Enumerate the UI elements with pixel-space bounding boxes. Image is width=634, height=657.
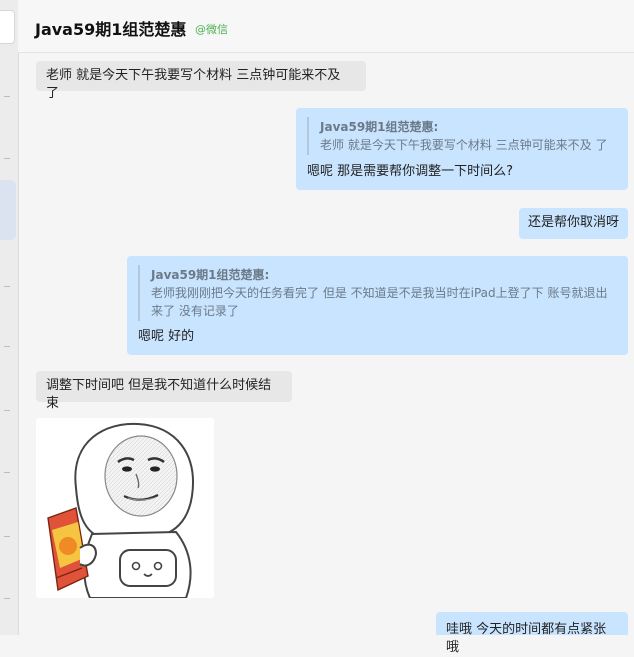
message-bubble-outgoing[interactable]: 哇哦 今天的时间都有点紧张哦 [436,612,628,655]
message-bubble-outgoing[interactable]: 还是帮你取消呀 [519,208,628,239]
message-bubble-incoming[interactable]: 老师 就是今天下午我要写个材料 三点钟可能来不及 了 [36,61,366,101]
astronaut-meme-sticker[interactable] [36,418,214,599]
message-text: 嗯呢 那是需要帮你调整一下时间么? [307,164,514,179]
message-text: 嗯呢 好的 [138,329,195,344]
message-bubble-outgoing[interactable]: Java59期1组范楚惠: 老师 就是今天下午我要写个材料 三点钟可能来不及 了… [296,108,628,190]
selected-conversation-indicator[interactable] [0,180,16,240]
quoted-message[interactable]: Java59期1组范楚惠: 老师我刚刚把今天的任务看完了 但是 不知道是不是我当… [138,265,618,321]
quoted-text: 老师我刚刚把今天的任务看完了 但是 不知道是不是我当时在iPad上登了下 账号就… [151,286,608,318]
quoted-sender: Java59期1组范楚惠: [151,268,270,282]
source-tag: @微信 [195,23,228,36]
message-bubble-incoming[interactable]: 调整下时间吧 但是我不知道什么时候结束 [36,371,292,411]
chat-title[interactable]: Java59期1组范楚惠 [35,16,186,40]
divider [4,410,10,411]
message-text: 还是帮你取消呀 [528,215,620,230]
message-text: 哇哦 今天的时间都有点紧张哦 [446,622,607,655]
chat-header: Java59期1组范楚惠 @微信 [18,0,634,53]
quoted-message[interactable]: Java59期1组范楚惠: 老师 就是今天下午我要写个材料 三点钟可能来不及 了 [307,117,618,155]
message-text: 老师 就是今天下午我要写个材料 三点钟可能来不及 了 [46,68,341,101]
message-text: 调整下时间吧 但是我不知道什么时候结束 [46,378,272,411]
quoted-text: 老师 就是今天下午我要写个材料 三点钟可能来不及 了 [320,138,608,152]
divider [4,158,10,159]
divider [4,598,10,599]
conversation-list-item[interactable] [0,10,15,44]
quoted-sender: Java59期1组范楚惠: [320,120,439,134]
divider [4,286,10,287]
divider [4,472,10,473]
message-bubble-outgoing[interactable]: Java59期1组范楚惠: 老师我刚刚把今天的任务看完了 但是 不知道是不是我当… [127,256,628,355]
conversation-list-edge[interactable] [0,0,19,635]
astronaut-meme-icon [47,422,194,599]
divider [4,346,10,347]
divider [4,96,10,97]
divider [4,536,10,537]
